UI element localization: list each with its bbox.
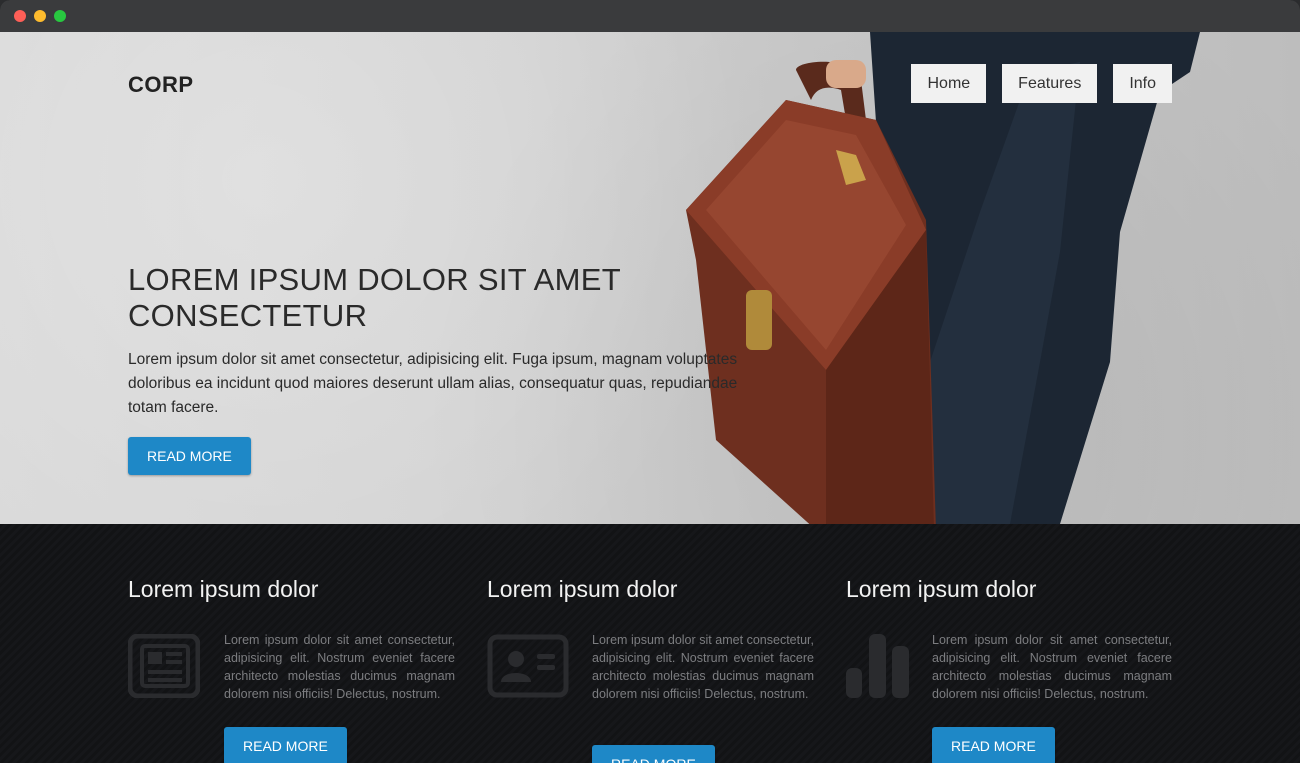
hero-title: LOREM IPSUM DOLOR SIT AMET CONSECTETUR [128,262,621,333]
feature-read-more-button[interactable]: READ MORE [592,745,715,763]
main-nav: Home Features Info [911,64,1172,103]
bar-chart-icon [846,634,909,698]
hero-section: CORP Home Features Info LOREM IPSUM DOLO… [0,32,1300,524]
feature-text: Lorem ipsum dolor sit amet consectetur, … [592,633,814,701]
nav-item-home[interactable]: Home [911,64,987,103]
maximize-window-button[interactable] [54,10,66,22]
feature-text: Lorem ipsum dolor sit amet consectetur, … [932,633,1172,701]
newspaper-icon [128,634,200,698]
feature-title: Lorem ipsum dolor [846,576,1037,602]
brand-logo[interactable]: CORP [128,72,194,98]
nav-item-info[interactable]: Info [1113,64,1172,103]
feature-title: Lorem ipsum dolor [128,576,319,602]
id-card-icon [487,634,569,698]
feature-title: Lorem ipsum dolor [487,576,678,602]
feature-read-more-button[interactable]: READ MORE [224,727,347,763]
minimize-window-button[interactable] [34,10,46,22]
features-section: Lorem ipsum dolor Lorem ipsum dolor sit … [0,524,1300,763]
hero-read-more-button[interactable]: READ MORE [128,437,251,475]
close-window-button[interactable] [14,10,26,22]
feature-read-more-button[interactable]: READ MORE [932,727,1055,763]
hero-description: Lorem ipsum dolor sit amet consectetur, … [128,351,738,416]
nav-item-features[interactable]: Features [1002,64,1098,103]
feature-text: Lorem ipsum dolor sit amet consectetur, … [224,633,455,701]
browser-window: CORP Home Features Info LOREM IPSUM DOLO… [0,0,1300,763]
briefcase-image [686,60,936,524]
window-titlebar [0,0,1300,32]
